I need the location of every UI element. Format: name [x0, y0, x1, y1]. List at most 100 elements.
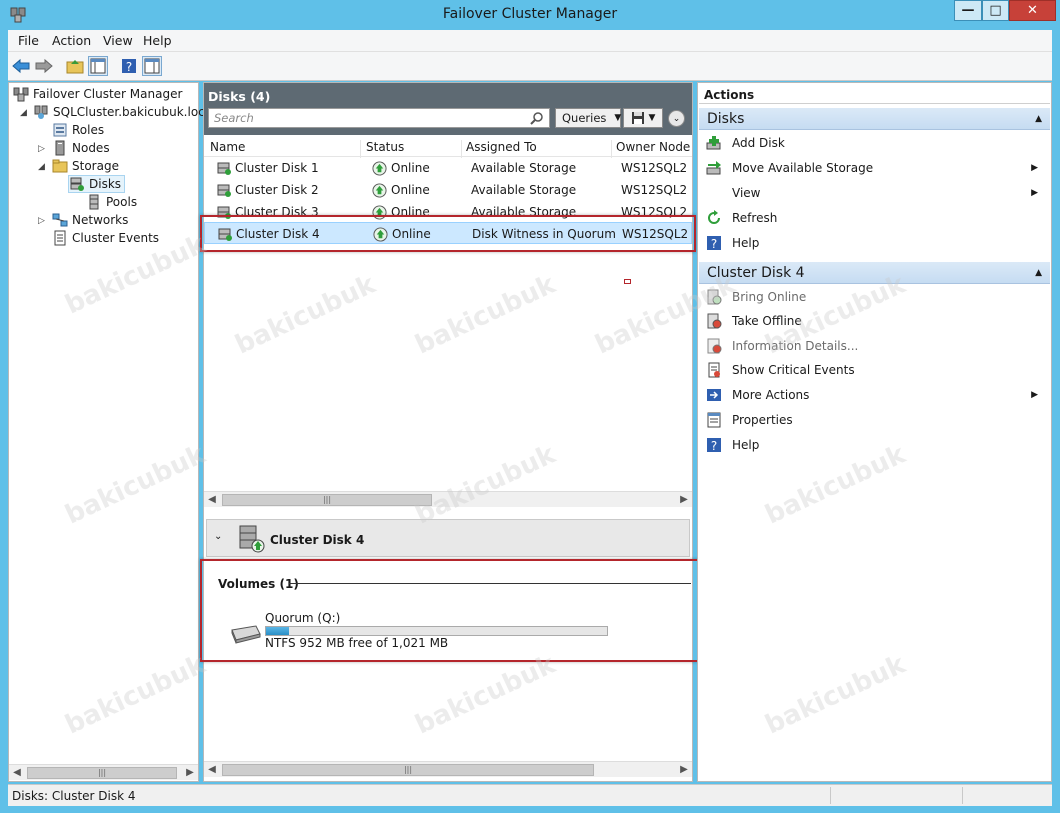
- scrollbar-thumb[interactable]: |||: [222, 494, 432, 506]
- online-status-icon: [373, 227, 388, 242]
- tree-item-nodes[interactable]: Nodes: [52, 139, 110, 157]
- tree-item-disks[interactable]: Disks: [68, 175, 126, 193]
- action-take-offline[interactable]: Take Offline: [706, 311, 1046, 331]
- folder-up-icon: [66, 60, 84, 74]
- tree-item-cluster[interactable]: SQLCluster.bakicubuk.local: [33, 103, 215, 121]
- scroll-left-arrow-icon[interactable]: ◀: [9, 765, 25, 781]
- menu-view[interactable]: View: [103, 33, 133, 48]
- tree-label: Failover Cluster Manager: [33, 87, 183, 101]
- volumes-divider: [289, 583, 691, 584]
- cluster-disk-icon: [217, 184, 231, 197]
- chevron-down-icon[interactable]: ⌄: [214, 531, 222, 542]
- show-hide-tree-button[interactable]: [88, 56, 108, 76]
- tree-item-pools[interactable]: Pools: [86, 193, 137, 211]
- menu-bar: File Action View Help: [8, 30, 1052, 52]
- expand-arrow-icon[interactable]: ▷: [38, 144, 45, 154]
- online-status-icon: [372, 183, 387, 198]
- action-pane-icon: [144, 58, 160, 74]
- action-bring-online[interactable]: Bring Online: [706, 287, 1046, 307]
- action-help[interactable]: ? Help: [706, 233, 1046, 253]
- menu-action[interactable]: Action: [52, 33, 91, 48]
- cell-assigned-to: Disk Witness in Quorum: [472, 227, 616, 241]
- scrollbar-thumb[interactable]: |||: [222, 764, 594, 776]
- action-view[interactable]: View ▶: [706, 183, 1046, 203]
- scrollbar-thumb[interactable]: |||: [27, 767, 177, 779]
- table-row[interactable]: Cluster Disk 2 Online Available Storage …: [204, 179, 692, 201]
- up-folder-button[interactable]: [65, 56, 85, 76]
- search-icon[interactable]: [530, 111, 544, 125]
- tree-item-cluster-events[interactable]: Cluster Events: [52, 229, 159, 247]
- expand-collapse-button[interactable]: ⌄: [668, 110, 685, 127]
- scroll-right-arrow-icon[interactable]: ▶: [676, 492, 692, 508]
- storage-folder-icon: [52, 159, 68, 173]
- column-header-name[interactable]: Name: [206, 140, 361, 158]
- detail-header: ⌄ Cluster Disk 4: [206, 519, 690, 557]
- online-status-icon: [372, 205, 387, 220]
- cell-name: Cluster Disk 1: [235, 161, 319, 175]
- tree-item-networks[interactable]: Networks: [52, 211, 128, 229]
- close-button[interactable]: ✕: [1009, 0, 1056, 21]
- save-query-button[interactable]: ▼: [623, 108, 663, 128]
- section-title: Disks: [707, 111, 745, 127]
- menu-file[interactable]: File: [18, 33, 39, 48]
- cell-name: Cluster Disk 3: [235, 205, 319, 219]
- status-divider: [830, 787, 831, 804]
- svg-text:?: ?: [711, 439, 717, 453]
- column-header-assigned-to[interactable]: Assigned To: [462, 140, 612, 158]
- action-show-critical-events[interactable]: Show Critical Events: [706, 360, 1046, 380]
- action-more-actions[interactable]: More Actions ▶: [706, 385, 1046, 405]
- tree-item-roles[interactable]: Roles: [52, 121, 104, 139]
- dropdown-arrow-icon: ▼: [648, 113, 656, 123]
- expand-arrow-icon[interactable]: ▷: [38, 216, 45, 226]
- forward-button[interactable]: [34, 56, 54, 76]
- detail-horizontal-scrollbar[interactable]: ◀ ||| ▶: [204, 761, 692, 777]
- maximize-button[interactable]: □: [982, 0, 1009, 21]
- show-hide-action-pane-button[interactable]: [142, 56, 162, 76]
- action-refresh[interactable]: Refresh: [706, 208, 1046, 228]
- tree-horizontal-scrollbar[interactable]: ◀ ||| ▶: [9, 764, 198, 780]
- collapse-arrow-icon[interactable]: ◢: [38, 162, 45, 172]
- table-row[interactable]: Cluster Disk 1 Online Available Storage …: [204, 157, 692, 179]
- actions-section-disks[interactable]: Disks ▲: [699, 108, 1050, 130]
- scroll-right-arrow-icon[interactable]: ▶: [676, 762, 692, 778]
- bring-online-icon: [707, 289, 722, 305]
- queries-dropdown[interactable]: Queries ▼: [555, 108, 621, 128]
- info-details-icon: [707, 338, 722, 354]
- action-help-disk[interactable]: ? Help: [706, 435, 1046, 455]
- scroll-left-arrow-icon[interactable]: ◀: [204, 762, 220, 778]
- cluster-disk-icon: [217, 206, 231, 219]
- status-text: Disks: Cluster Disk 4: [12, 789, 136, 803]
- tree-label: Disks: [89, 177, 122, 191]
- tree-item-storage[interactable]: Storage: [52, 157, 119, 175]
- tree-root-failover-cluster-manager[interactable]: Failover Cluster Manager: [13, 85, 182, 103]
- nodes-icon: [55, 140, 65, 156]
- list-horizontal-scrollbar[interactable]: ◀ ||| ▶: [204, 491, 692, 507]
- collapse-triangle-icon[interactable]: ▲: [1035, 268, 1042, 278]
- volume-name: Quorum (Q:): [265, 611, 341, 625]
- action-properties[interactable]: Properties: [706, 410, 1046, 430]
- collapse-triangle-icon[interactable]: ▲: [1035, 114, 1042, 124]
- menu-help[interactable]: Help: [143, 33, 172, 48]
- column-header-owner-node[interactable]: Owner Node: [612, 140, 692, 158]
- action-move-available-storage[interactable]: Move Available Storage ▶: [706, 158, 1046, 178]
- action-add-disk[interactable]: Add Disk: [706, 133, 1046, 153]
- refresh-icon: [708, 210, 720, 224]
- scroll-right-arrow-icon[interactable]: ▶: [182, 765, 198, 781]
- online-status-icon: [372, 161, 387, 176]
- help-toolbar-button[interactable]: ?: [119, 56, 139, 76]
- action-information-details[interactable]: Information Details...: [706, 336, 1046, 356]
- table-row[interactable]: Cluster Disk 3 Online Available Storage …: [204, 201, 692, 223]
- cell-assigned-to: Available Storage: [471, 161, 577, 175]
- actions-section-cluster-disk-4[interactable]: Cluster Disk 4 ▲: [699, 262, 1050, 284]
- section-title: Cluster Disk 4: [707, 265, 805, 281]
- scroll-left-arrow-icon[interactable]: ◀: [204, 492, 220, 508]
- collapse-arrow-icon[interactable]: ◢: [20, 108, 27, 118]
- drive-icon: [231, 625, 261, 644]
- cell-status: Online: [391, 205, 430, 219]
- column-header-status[interactable]: Status: [362, 140, 462, 158]
- cell-name: Cluster Disk 2: [235, 183, 319, 197]
- minimize-button[interactable]: —: [954, 0, 982, 21]
- search-input[interactable]: Search: [208, 108, 550, 128]
- back-button[interactable]: [11, 56, 31, 76]
- table-row-selected[interactable]: Cluster Disk 4 Online Disk Witness in Qu…: [204, 222, 692, 244]
